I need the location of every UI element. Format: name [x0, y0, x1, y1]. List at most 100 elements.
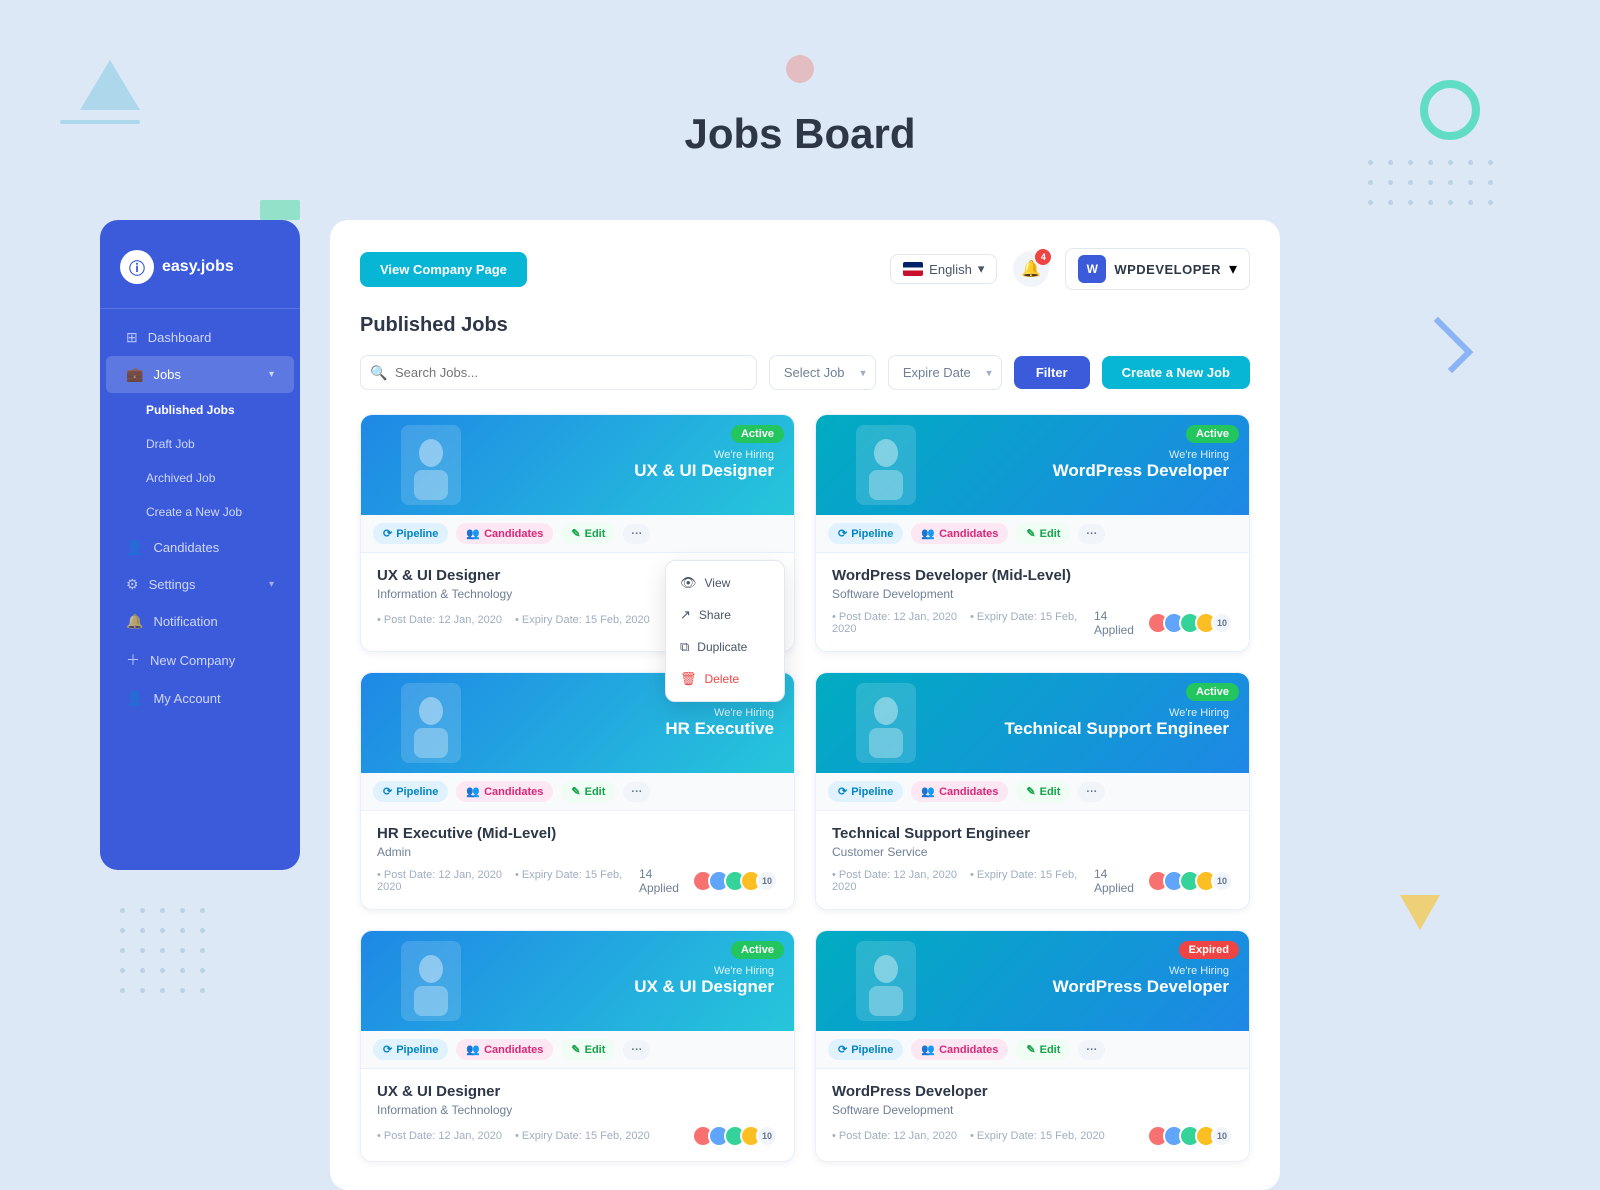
candidates-chip[interactable]: 👥 Candidates	[911, 1039, 1008, 1060]
sidebar-item-archived-job[interactable]: Archived Job	[106, 461, 294, 495]
card-applied: 14 Applied 10	[1094, 609, 1233, 637]
context-menu: 👁View↗Share⧉Duplicate🗑Delete	[665, 560, 785, 702]
sidebar-item-label-dashboard: Dashboard	[148, 330, 212, 345]
candidates-chip-icon: 👥	[921, 527, 935, 540]
illustration-person	[401, 683, 461, 763]
illustration-person	[856, 941, 916, 1021]
page-title: Jobs Board	[684, 110, 915, 158]
card-dates: • Post Date: 12 Jan, 2020 • Expiry Date:…	[832, 611, 1094, 635]
sidebar-item-new-company[interactable]: ＋ New Company	[106, 640, 294, 680]
expiry-date: • Expiry Date: 15 Feb, 2020	[515, 614, 650, 626]
pipeline-chip[interactable]: ⟳ Pipeline	[828, 1039, 903, 1060]
banner-text: We're Hiring UX & UI Designer	[634, 965, 774, 997]
post-date: • Post Date: 12 Jan, 2020	[377, 869, 502, 881]
card-actions: ⟳ Pipeline 👥 Candidates ✎ Edit ···	[361, 515, 794, 553]
post-date: • Post Date: 12 Jan, 2020	[377, 1130, 502, 1142]
my-account-icon: 👤	[126, 690, 143, 707]
illustration-person	[856, 683, 916, 763]
language-label: English	[929, 262, 972, 277]
illustration-person	[856, 425, 916, 505]
sidebar-item-label-notification: Notification	[153, 614, 217, 629]
edit-chip[interactable]: ✎ Edit	[1016, 781, 1070, 802]
company-selector[interactable]: W WPDEVELOPER ▾	[1065, 248, 1250, 290]
pipeline-icon: ⟳	[838, 1043, 847, 1056]
card-title: HR Executive (Mid-Level)	[377, 825, 778, 842]
edit-chip[interactable]: ✎ Edit	[1016, 1039, 1070, 1060]
settings-icon: ⚙	[126, 576, 139, 593]
more-chip[interactable]: ···	[1078, 782, 1105, 802]
more-chip[interactable]: ···	[623, 524, 650, 544]
status-badge: Active	[731, 425, 784, 443]
edit-chip[interactable]: ✎ Edit	[561, 523, 615, 544]
applied-count: 14 Applied	[1094, 867, 1139, 895]
card-body: Technical Support Engineer Customer Serv…	[816, 811, 1249, 909]
expire-date[interactable]: Expire Date	[888, 355, 1002, 390]
candidates-chip-icon: 👥	[466, 785, 480, 798]
banner-illustration	[826, 931, 946, 1031]
view-company-button[interactable]: View Company Page	[360, 252, 527, 287]
status-badge: Active	[1186, 683, 1239, 701]
sidebar-item-my-account[interactable]: 👤 My Account	[106, 680, 294, 717]
notification-icon: 🔔	[126, 613, 143, 630]
context-menu-item-share[interactable]: ↗Share	[666, 599, 784, 631]
edit-chip[interactable]: ✎ Edit	[561, 1039, 615, 1060]
dots-grid-bl	[120, 908, 212, 1000]
filter-button[interactable]: Filter	[1014, 356, 1090, 389]
avatar-count: 10	[756, 870, 778, 892]
sidebar-item-settings[interactable]: ⚙ Settings ▾	[106, 566, 294, 603]
banner-illustration	[371, 931, 491, 1031]
sidebar-item-label-new-company: New Company	[150, 653, 235, 668]
expiry-date: • Expiry Date: 15 Feb, 2020	[515, 1130, 650, 1142]
status-badge: Active	[1186, 425, 1239, 443]
sidebar-item-published-jobs[interactable]: Published Jobs	[106, 393, 294, 427]
card-meta: • Post Date: 12 Jan, 2020 • Expiry Date:…	[377, 867, 778, 895]
more-chip[interactable]: ···	[623, 1040, 650, 1060]
more-icon: ···	[1086, 528, 1097, 540]
pipeline-icon: ⟳	[383, 1043, 392, 1056]
more-icon: ···	[631, 528, 642, 540]
candidates-chip[interactable]: 👥 Candidates	[456, 781, 553, 802]
candidates-chip[interactable]: 👥 Candidates	[456, 1039, 553, 1060]
job-card: We're Hiring WordPress Developer Active …	[815, 414, 1250, 652]
notification-button[interactable]: 🔔 4	[1013, 251, 1049, 287]
pipeline-chip[interactable]: ⟳ Pipeline	[828, 781, 903, 802]
banner-hiring-text: We're Hiring	[634, 449, 774, 461]
jobs-grid: We're Hiring UX & UI Designer Active ⟳ P…	[360, 414, 1250, 1162]
more-chip[interactable]: ···	[1078, 524, 1105, 544]
context-menu-item-delete[interactable]: 🗑Delete	[666, 663, 784, 695]
candidates-chip[interactable]: 👥 Candidates	[911, 781, 1008, 802]
edit-chip[interactable]: ✎ Edit	[561, 781, 615, 802]
sidebar-item-draft-job[interactable]: Draft Job	[106, 427, 294, 461]
pipeline-chip[interactable]: ⟳ Pipeline	[373, 523, 448, 544]
logo-icon: ⓘ	[120, 250, 154, 284]
sidebar-item-dashboard[interactable]: ⊞ Dashboard	[106, 319, 294, 356]
banner-hiring-text: We're Hiring	[1053, 965, 1229, 977]
avatar-count: 10	[1211, 870, 1233, 892]
pipeline-chip[interactable]: ⟳ Pipeline	[828, 523, 903, 544]
select-job[interactable]: Select Job	[769, 355, 876, 390]
sidebar-item-notification[interactable]: 🔔 Notification	[106, 603, 294, 640]
sidebar-item-create-new-job[interactable]: Create a New Job	[106, 495, 294, 529]
pipeline-chip[interactable]: ⟳ Pipeline	[373, 781, 448, 802]
context-menu-item-duplicate[interactable]: ⧉Duplicate	[666, 631, 784, 663]
sidebar-item-label-draft-job: Draft Job	[146, 437, 195, 451]
card-actions: ⟳ Pipeline 👥 Candidates ✎ Edit ···	[816, 1031, 1249, 1069]
banner-hiring-text: We're Hiring	[1005, 707, 1230, 719]
pipeline-chip[interactable]: ⟳ Pipeline	[373, 1039, 448, 1060]
sidebar-item-jobs[interactable]: 💼 Jobs ▾	[106, 356, 294, 393]
delete-icon: 🗑	[680, 671, 697, 687]
language-selector[interactable]: English ▾	[890, 254, 997, 284]
context-menu-item-view[interactable]: 👁View	[666, 567, 784, 599]
banner-text: We're Hiring HR Executive	[665, 707, 774, 739]
card-meta: • Post Date: 12 Jan, 2020 • Expiry Date:…	[832, 1125, 1233, 1147]
candidates-chip[interactable]: 👥 Candidates	[456, 523, 553, 544]
sidebar-item-label-create-new-job: Create a New Job	[146, 505, 242, 519]
card-title: Technical Support Engineer	[832, 825, 1233, 842]
more-chip[interactable]: ···	[1078, 1040, 1105, 1060]
edit-chip[interactable]: ✎ Edit	[1016, 523, 1070, 544]
candidates-chip[interactable]: 👥 Candidates	[911, 523, 1008, 544]
search-input[interactable]	[360, 355, 757, 390]
sidebar-item-candidates[interactable]: 👤 Candidates	[106, 529, 294, 566]
more-chip[interactable]: ···	[623, 782, 650, 802]
create-new-job-button[interactable]: Create a New Job	[1102, 356, 1250, 389]
